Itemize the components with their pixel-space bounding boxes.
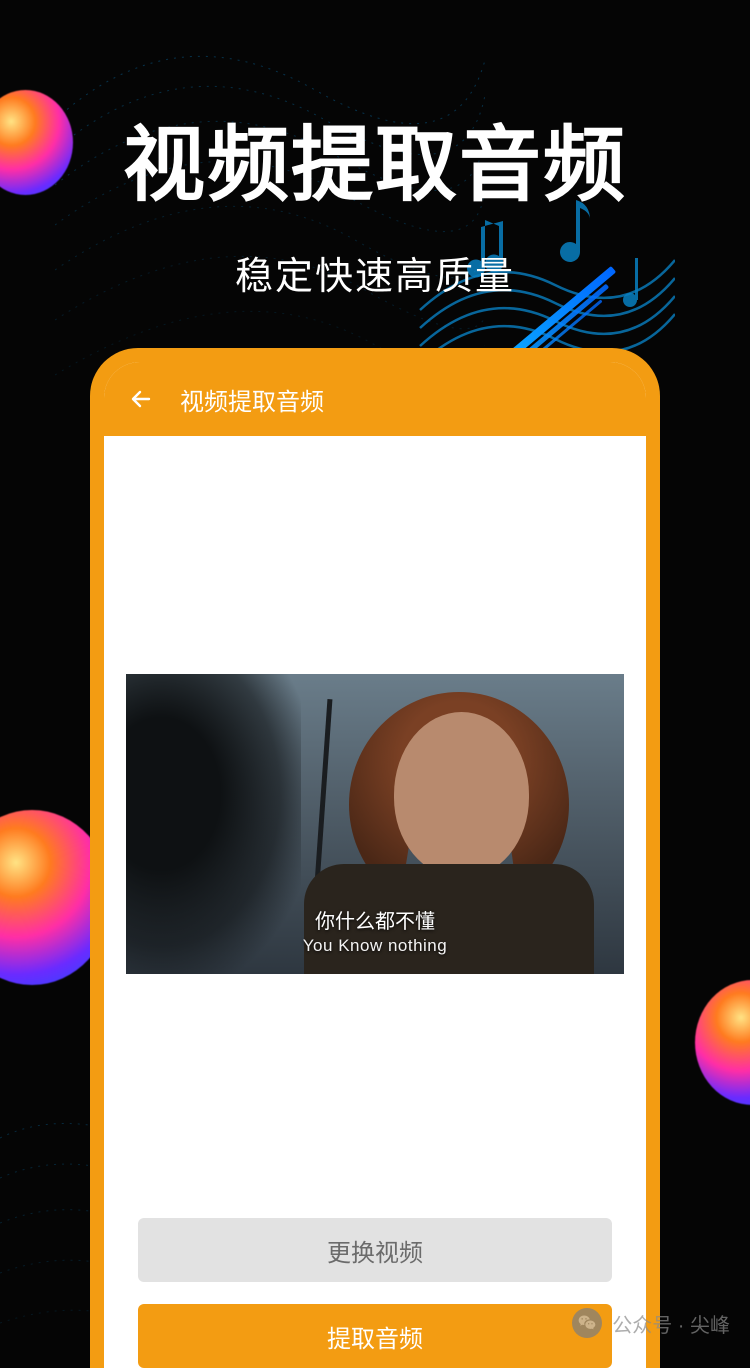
hero-title: 视频提取音频 [0, 98, 750, 217]
video-preview[interactable]: 你什么都不懂 You Know nothing [126, 674, 624, 974]
action-buttons: 更换视频 提取音频 [104, 1218, 646, 1368]
change-video-button[interactable]: 更换视频 [138, 1218, 612, 1282]
subtitle-en: You Know nothing [126, 935, 624, 956]
app-bar: 视频提取音频 [104, 362, 646, 436]
phone-screen: 视频提取音频 你什么都不懂 You Know nothing 更换视频 提取音频 [104, 362, 646, 1368]
subtitle-cn: 你什么都不懂 [126, 910, 624, 935]
watermark-label: 公众号 · 尖峰 [612, 1309, 730, 1338]
wechat-icon [572, 1308, 602, 1338]
extract-audio-button[interactable]: 提取音频 [138, 1304, 612, 1368]
screen-content: 你什么都不懂 You Know nothing 更换视频 提取音频 [104, 436, 646, 1368]
video-subtitles: 你什么都不懂 You Know nothing [126, 910, 624, 956]
gradient-orb-decoration [695, 980, 750, 1105]
back-icon[interactable] [128, 386, 154, 412]
appbar-title: 视频提取音频 [180, 382, 324, 417]
phone-frame: 视频提取音频 你什么都不懂 You Know nothing 更换视频 提取音频 [90, 348, 660, 1368]
hero-subtitle: 稳定快速高质量 [0, 245, 750, 300]
watermark: 公众号 · 尖峰 [572, 1308, 730, 1338]
hero-section: 视频提取音频 稳定快速高质量 [0, 98, 750, 300]
